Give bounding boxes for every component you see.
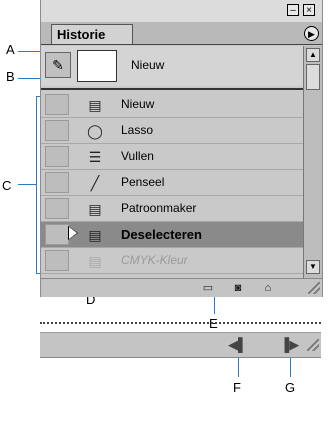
trash-icon[interactable]: ⌂ bbox=[261, 281, 275, 295]
tab-history[interactable]: Historie bbox=[51, 24, 133, 44]
history-brush-source-cell[interactable] bbox=[45, 172, 69, 193]
history-brush-source-cell[interactable] bbox=[45, 250, 69, 271]
panel-bottom-strip: ◀▌ ▐▶ bbox=[40, 332, 321, 358]
history-state-label: Patroonmaker bbox=[121, 201, 197, 215]
snapshot-separator bbox=[41, 88, 303, 90]
cut-edge bbox=[40, 322, 321, 324]
history-brush-source-cell[interactable] bbox=[45, 120, 69, 141]
scroll-up-arrow-icon[interactable]: ▲ bbox=[306, 48, 320, 62]
leader-c bbox=[18, 184, 36, 185]
brush-icon: ╱ bbox=[90, 175, 100, 191]
snapshot-row[interactable]: ✎ Nieuw bbox=[41, 46, 303, 86]
callout-f: F bbox=[233, 380, 241, 395]
history-state-label: Penseel bbox=[121, 175, 165, 189]
history-state-row[interactable]: ╱ Penseel bbox=[41, 170, 303, 196]
history-state-row[interactable]: ◯ Lasso bbox=[41, 118, 303, 144]
camera-icon[interactable]: ◙ bbox=[231, 281, 245, 295]
document-icon: ▤ bbox=[88, 97, 102, 113]
history-state-label: Lasso bbox=[121, 123, 154, 137]
history-brush-source-cell[interactable] bbox=[45, 146, 69, 167]
lasso-icon: ◯ bbox=[87, 123, 103, 139]
history-state-row[interactable]: ☰ Vullen bbox=[41, 144, 303, 170]
menu-arrow-icon[interactable]: ▶ bbox=[304, 26, 319, 41]
new-document-icon[interactable]: ▭ bbox=[201, 281, 215, 295]
vertical-scrollbar[interactable]: ▲ ▼ bbox=[303, 46, 322, 278]
document-icon: ▤ bbox=[88, 253, 102, 269]
document-icon: ▤ bbox=[88, 227, 102, 243]
history-state-label: Deselecteren bbox=[121, 227, 202, 242]
history-panel: – × Historie ▶ ✎ Nieuw ▤ Nieuw ◯ Lasso ☰… bbox=[40, 0, 323, 297]
scroll-down-arrow-icon[interactable]: ▼ bbox=[306, 260, 320, 274]
minimize-button[interactable]: – bbox=[287, 4, 299, 16]
close-button[interactable]: × bbox=[303, 4, 315, 16]
history-state-slider[interactable] bbox=[69, 227, 77, 239]
panel-tabbar: Historie ▶ bbox=[41, 22, 322, 45]
snapshot-thumbnail[interactable] bbox=[77, 50, 117, 82]
history-state-label: Vullen bbox=[121, 149, 154, 163]
history-state-row-selected[interactable]: ▤ Deselecteren bbox=[41, 222, 303, 248]
resize-grip-icon[interactable] bbox=[308, 282, 320, 294]
callout-c: C bbox=[2, 178, 12, 193]
history-brush-source-cell[interactable] bbox=[45, 94, 69, 115]
history-brush-source-cell[interactable] bbox=[45, 198, 69, 219]
history-state-row-dimmed[interactable]: ▤ CMYK-Kleur bbox=[41, 248, 303, 274]
history-state-label: CMYK-Kleur bbox=[121, 253, 188, 267]
resize-grip-icon[interactable] bbox=[307, 339, 319, 351]
callout-a: A bbox=[6, 42, 15, 57]
history-state-label: Nieuw bbox=[121, 97, 155, 111]
history-brush-icon[interactable]: ✎ bbox=[45, 52, 71, 78]
snapshot-label: Nieuw bbox=[131, 58, 165, 72]
history-state-row[interactable]: ▤ Nieuw bbox=[41, 92, 303, 118]
leader-c-bracket bbox=[36, 96, 37, 274]
callout-g: G bbox=[285, 380, 296, 395]
document-icon: ▤ bbox=[88, 201, 102, 217]
history-brush-source-cell[interactable] bbox=[45, 224, 69, 245]
panel-titlebar[interactable]: – × bbox=[41, 0, 322, 22]
fill-icon: ☰ bbox=[88, 149, 102, 165]
step-forward-icon[interactable]: ▐▶ bbox=[280, 337, 299, 353]
callout-b: B bbox=[6, 69, 15, 84]
scroll-thumb[interactable] bbox=[306, 64, 320, 90]
history-state-row[interactable]: ▤ Patroonmaker bbox=[41, 196, 303, 222]
panel-bottom-bar: ▭ ◙ ⌂ bbox=[41, 278, 322, 297]
step-backward-icon[interactable]: ◀▌ bbox=[228, 337, 247, 353]
